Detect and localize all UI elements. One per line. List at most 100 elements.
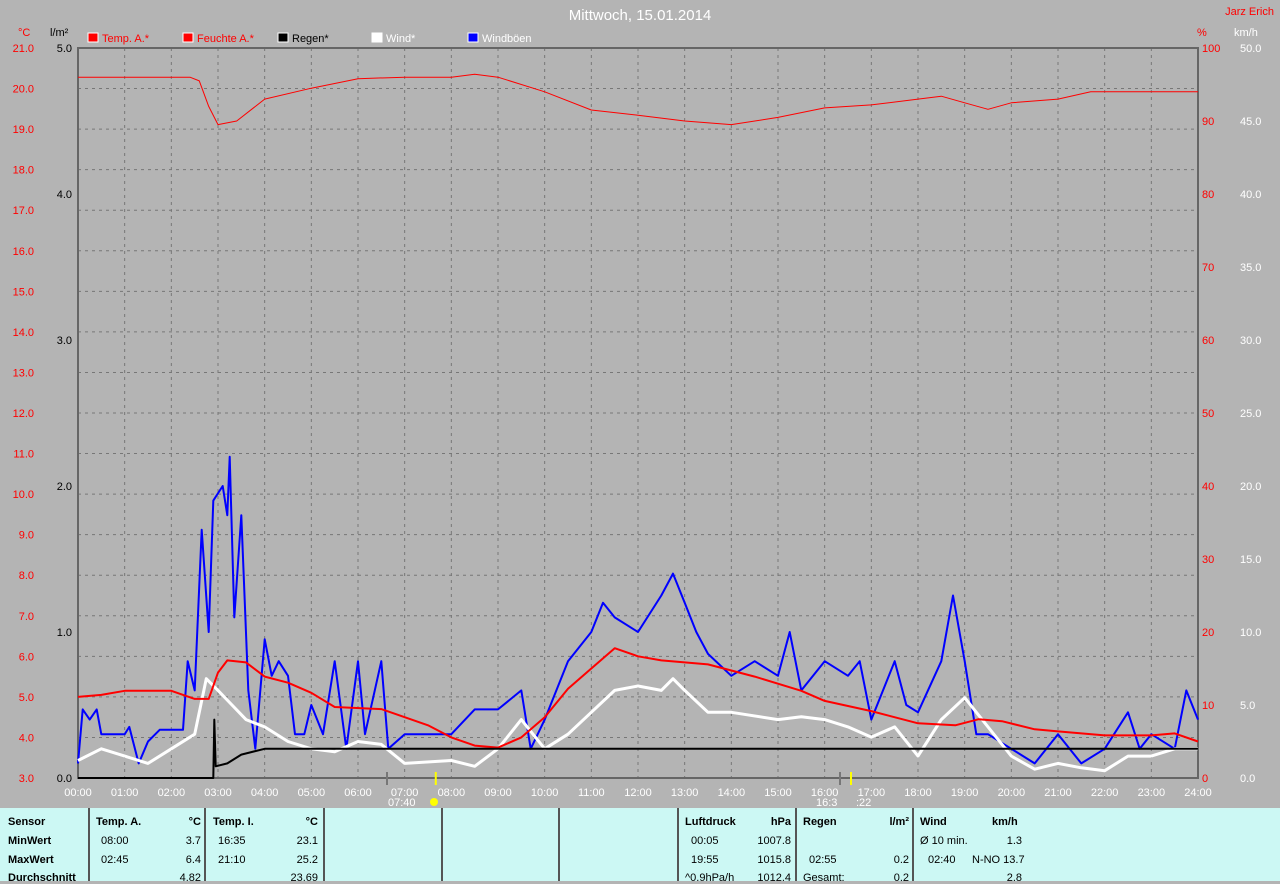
x-tick-label: 12:00 xyxy=(624,787,652,799)
avg-value: 1012.4 xyxy=(757,872,791,884)
wind-tick-label: 30.0 xyxy=(1240,335,1261,347)
avg10-value: 1.3 xyxy=(1006,835,1022,847)
max-time: 02:45 xyxy=(101,854,129,866)
col-rain: Regen l/m² 02:55 0.2 Gesamt: 0.2 xyxy=(795,808,913,884)
chart-title: Mittwoch, 15.01.2014 xyxy=(569,7,712,24)
temp-tick-label: 17.0 xyxy=(13,205,34,217)
x-tick-label: 03:00 xyxy=(204,787,232,799)
x-tick-label: 22:00 xyxy=(1091,787,1119,799)
temp-tick-label: 11.0 xyxy=(13,449,34,461)
avg10-label: Ø 10 min. xyxy=(920,835,968,847)
temp-tick-label: 5.0 xyxy=(19,692,34,704)
legend-swatch xyxy=(87,32,99,43)
x-tick-label: 21:00 xyxy=(1044,787,1072,799)
x-tick-label: 06:00 xyxy=(344,787,372,799)
rain-tick-label: 4.0 xyxy=(57,189,72,201)
temp-tick-label: 3.0 xyxy=(19,773,34,785)
temp-tick-label: 20.0 xyxy=(13,84,34,96)
unit: l/m² xyxy=(889,816,909,828)
x-tick-label: 09:00 xyxy=(484,787,512,799)
humidity-tick-label: 100 xyxy=(1202,43,1220,55)
wind-tick-label: 15.0 xyxy=(1240,554,1261,566)
humidity-tick-label: 10 xyxy=(1202,700,1214,712)
x-tick-label: 20:00 xyxy=(998,787,1026,799)
col-empty xyxy=(323,808,442,881)
temp-tick-label: 14.0 xyxy=(13,327,34,339)
rain-axis-unit: l/m² xyxy=(50,27,69,39)
humidity-tick-label: 0 xyxy=(1202,773,1208,785)
legend-swatch xyxy=(371,32,383,43)
max-time: 02:55 xyxy=(809,854,837,866)
x-tick-label: 08:00 xyxy=(438,787,466,799)
series-line-tempa xyxy=(77,647,1199,749)
humidity-tick-label: 20 xyxy=(1202,627,1214,639)
temp-axis-unit: °C xyxy=(18,27,30,39)
min-value: 3.7 xyxy=(185,835,201,847)
temp-tick-label: 21.0 xyxy=(13,43,34,55)
wind-tick-label: 5.0 xyxy=(1240,700,1255,712)
x-tick-label: 02:00 xyxy=(158,787,186,799)
legend-label: Temp. A.* xyxy=(102,33,150,45)
x-tick-label: 15:00 xyxy=(764,787,792,799)
temp-tick-label: 19.0 xyxy=(13,124,34,136)
min-label: MinWert xyxy=(8,835,52,847)
wind-tick-label: 0.0 xyxy=(1240,773,1255,785)
max-value: 0.2 xyxy=(893,854,909,866)
humidity-tick-label: 90 xyxy=(1202,116,1214,128)
humidity-tick-label: 60 xyxy=(1202,335,1214,347)
wind-tick-label: 25.0 xyxy=(1240,408,1261,420)
humidity-tick-label: 30 xyxy=(1202,554,1214,566)
x-tick-label: 24:00 xyxy=(1184,787,1212,799)
legend-swatch xyxy=(277,32,289,43)
temp-tick-label: 13.0 xyxy=(13,367,34,379)
humidity-tick-label: 70 xyxy=(1202,262,1214,274)
temp-tick-label: 6.0 xyxy=(19,651,34,663)
sunrise-label: 07:40 xyxy=(388,797,416,808)
min-value: 1007.8 xyxy=(757,835,791,847)
max-value: 25.2 xyxy=(296,854,318,866)
wind-tick-label: 40.0 xyxy=(1240,189,1261,201)
unit: °C xyxy=(188,816,201,828)
rain-tick-label: 2.0 xyxy=(57,481,72,493)
sunset-label-2: :22 xyxy=(856,797,871,808)
sunset-label: 16:3 xyxy=(816,797,837,808)
max-value: 1015.8 xyxy=(757,854,791,866)
header: Luftdruck xyxy=(685,816,736,828)
avg-value: 2.8 xyxy=(1006,872,1022,884)
header: Temp. A. xyxy=(96,816,142,828)
col-temp-i: Temp. I. °C 16:35 23.1 21:10 25.2 23.69 xyxy=(204,808,324,884)
col-wind: Wind km/h Ø 10 min. 1.3 02:40 N-NO 13.7 … xyxy=(912,808,1280,884)
min-time: 16:35 xyxy=(218,835,246,847)
temp-tick-label: 15.0 xyxy=(13,286,34,298)
col-empty xyxy=(558,808,678,881)
col-temp-a: Temp. A. °C 08:00 3.7 02:45 6.4 4.82 xyxy=(88,808,205,884)
x-tick-label: 18:00 xyxy=(904,787,932,799)
max-time: 21:10 xyxy=(218,854,246,866)
x-tick-label: 10:00 xyxy=(531,787,559,799)
unit: °C xyxy=(305,816,318,828)
x-tick-label: 13:00 xyxy=(671,787,699,799)
header: Wind xyxy=(920,816,947,828)
sensor-header: Sensor xyxy=(8,816,46,828)
author-label: Jarz Erich xyxy=(1225,6,1274,18)
trend: ^0.9hPa/h xyxy=(685,872,735,884)
rain-tick-label: 1.0 xyxy=(57,627,72,639)
temp-tick-label: 7.0 xyxy=(19,611,34,623)
total-value: 0.2 xyxy=(893,872,909,884)
weather-chart: Mittwoch, 15.01.2014 Jarz Erich 00:00 01:00… xyxy=(13,6,1274,808)
rain-tick-label: 5.0 xyxy=(57,43,72,55)
x-tick-label: 00:00 xyxy=(64,787,92,799)
wind-tick-label: 20.0 xyxy=(1240,481,1261,493)
x-tick-label: 05:00 xyxy=(298,787,326,799)
humidity-tick-label: 40 xyxy=(1202,481,1214,493)
temp-tick-label: 12.0 xyxy=(13,408,34,420)
temp-tick-label: 10.0 xyxy=(13,489,34,501)
legend-label: Windböen xyxy=(482,33,532,45)
temp-tick-label: 4.0 xyxy=(19,732,34,744)
min-value: 23.1 xyxy=(296,835,318,847)
x-tick-label: 19:00 xyxy=(951,787,979,799)
wind-tick-label: 10.0 xyxy=(1240,627,1261,639)
x-tick-label: 11:00 xyxy=(578,787,605,799)
header: Regen xyxy=(803,816,837,828)
legend-label: Wind* xyxy=(386,33,416,45)
